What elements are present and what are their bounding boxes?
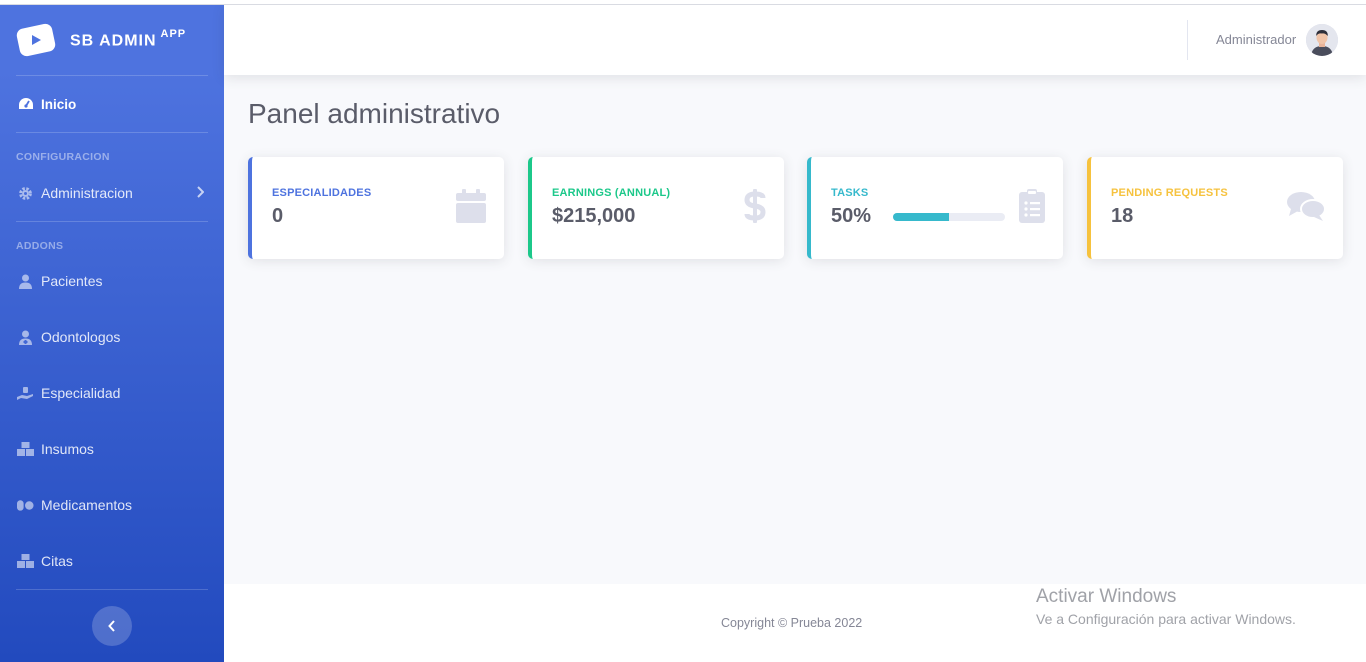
sidebar-item-label: Insumos [41,441,94,457]
tachometer-icon [17,97,34,112]
progress-fill [893,213,949,221]
sidebar-item-label: Administracion [41,185,133,201]
copyright-text: Copyright © Prueba 2022 [721,616,863,630]
sidebar-item-insumos[interactable]: Insumos [0,439,224,459]
sidebar-item-medicamentos[interactable]: Medicamentos [0,495,224,515]
card-label: EARNINGS (ANNUAL) [552,187,671,199]
sidebar-item-label: Medicamentos [41,497,133,513]
sidebar-divider [16,132,208,133]
card-value: 0 [272,205,284,227]
sidebar-item-label: Odontologos [41,329,121,345]
sidebar-brand[interactable]: SB ADMIN APP [0,5,224,75]
calendar-icon [456,189,486,228]
card-value: $215,000 [552,205,636,227]
page-title: Panel administrativo [248,98,501,129]
sidebar-item-label: Pacientes [41,273,103,289]
boxes-icon [17,554,34,569]
sidebar-item-label: Especialidad [41,385,121,401]
topbar-divider [1187,20,1188,60]
card-tasks: TASKS 50% [807,157,1063,259]
pills-icon [17,498,34,513]
sidebar-item-inicio[interactable]: Inicio [0,94,224,114]
tasks-progress-bar [893,213,1005,221]
sidebar-item-label: Citas [41,553,73,569]
windows-activation-title: Activar Windows [1036,586,1177,607]
sidebar-divider [16,221,208,222]
window-top-edge [0,0,1366,5]
card-pending-requests: PENDING REQUESTS 18 [1087,157,1343,259]
sidebar-item-pacientes[interactable]: Pacientes [0,271,224,291]
sidebar-divider [16,75,208,76]
sidebar-item-label: Inicio [41,96,77,112]
card-especialidades: ESPECIALIDADES 0 [248,157,504,259]
brand-title: SB ADMIN [70,32,157,50]
clipboard-list-icon [1019,189,1045,228]
card-label: TASKS [831,187,869,199]
comments-icon [1287,191,1326,226]
card-label: ESPECIALIDADES [272,187,372,199]
sidebar-divider [16,589,208,590]
windows-activation-subtitle: Ve a Configuración para activar Windows. [1036,611,1296,627]
sidebar-toggle-button[interactable] [92,606,132,646]
sidebar-heading-addons: ADDONS [16,240,64,252]
sidebar-item-odontologos[interactable]: Odontologos [0,327,224,347]
card-earnings-annual: EARNINGS (ANNUAL) $215,000 [528,157,784,259]
sidebar-heading-configuracion: CONFIGURACION [16,151,110,163]
sidebar-item-citas[interactable]: Citas [0,551,224,571]
card-label: PENDING REQUESTS [1111,187,1228,199]
sidebar: SB ADMIN APP Inicio CONFIGURACION Adminis… [0,5,224,662]
dollar-icon [744,189,766,228]
sidebar-item-especialidad[interactable]: Especialidad [0,383,224,403]
brand-sup: APP [160,27,187,40]
brand-name: SB ADMIN APP [70,27,187,50]
brand-logo-icon [15,22,57,58]
gear-icon [17,186,34,201]
user-name[interactable]: Administrador [1216,32,1296,47]
topbar: Administrador [224,5,1366,75]
card-value: 18 [1111,205,1134,227]
chevron-right-icon [196,185,205,201]
avatar-image [1306,24,1338,56]
hand-holding-icon [17,386,34,401]
user-doctor-icon [17,330,34,345]
boxes-icon [17,442,34,457]
sidebar-item-administracion[interactable]: Administracion [0,183,224,203]
avatar[interactable] [1306,24,1338,56]
chevron-left-icon [108,620,115,632]
user-icon [17,274,34,289]
card-value: 50% [831,205,872,227]
